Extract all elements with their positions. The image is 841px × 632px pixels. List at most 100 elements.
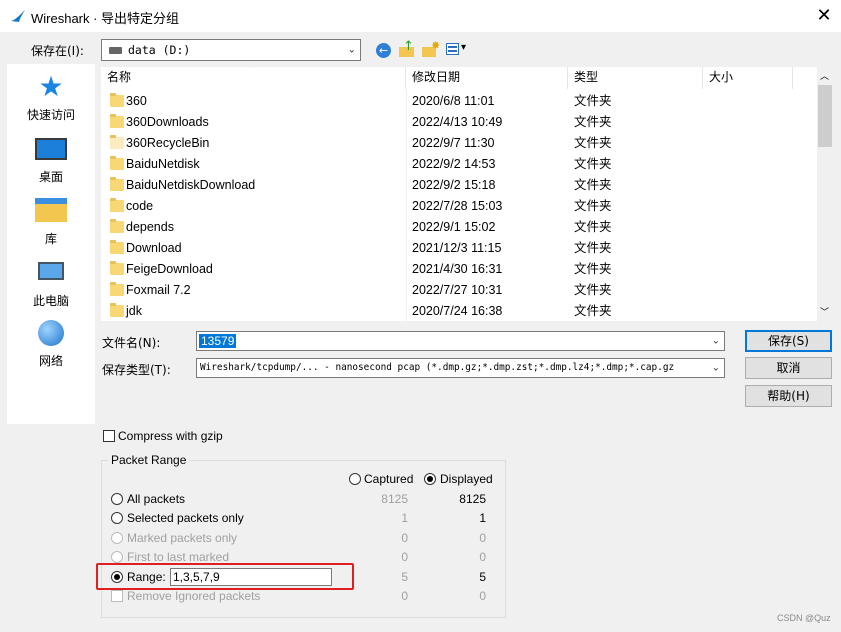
sidebar-item-this-pc[interactable]: 此电脑 [7, 258, 95, 309]
file-name: jdk [126, 304, 142, 318]
displayed-count: 5 [479, 570, 486, 584]
displayed-count: 8125 [459, 492, 486, 506]
file-date: 2022/9/2 15:18 [412, 178, 496, 192]
table-row[interactable]: FeigeDownload 2021/4/30 16:31 文件夹 [101, 259, 816, 280]
folder-icon [110, 303, 124, 317]
up-folder-icon[interactable]: ↑ [399, 40, 415, 58]
folder-icon [110, 261, 124, 275]
savein-value: data (D:) [128, 43, 191, 57]
chevron-down-icon: ⌄ [347, 44, 356, 56]
network-globe-icon [38, 320, 64, 346]
file-name: BaiduNetdisk [126, 157, 200, 171]
sort-up-icon: ⌃ [249, 67, 258, 75]
column-header-size[interactable]: 大小 [703, 67, 793, 89]
drive-icon [109, 47, 122, 54]
folder-icon [110, 198, 124, 212]
scroll-down-icon[interactable]: ﹀ [820, 305, 829, 318]
displayed-radio[interactable] [424, 473, 436, 485]
captured-count: 5 [401, 570, 408, 584]
file-date: 2022/9/2 14:53 [412, 157, 496, 171]
folder-icon [110, 177, 124, 191]
back-icon[interactable]: ← [376, 43, 391, 58]
compress-gzip-label: Compress with gzip [118, 429, 223, 443]
file-name: depends [126, 220, 174, 234]
wireshark-fin-icon [11, 10, 25, 22]
save-button[interactable]: 保存(S) [745, 330, 832, 352]
table-row[interactable]: 360 2020/6/8 11:01 文件夹 [101, 91, 816, 112]
column-header-type[interactable]: 类型 [568, 67, 703, 89]
file-name: Foxmail 7.2 [126, 283, 191, 297]
file-type: 文件夹 [574, 115, 612, 129]
computer-icon [38, 262, 64, 280]
packet-range-title: Packet Range [108, 453, 190, 467]
captured-count: 8125 [381, 492, 408, 506]
close-icon[interactable]: ✕ [812, 4, 836, 28]
sidebar-item-label: 桌面 [38, 170, 63, 184]
file-list[interactable]: 名称 ⌃ 修改日期 类型 大小 360 2020/6/8 11:01 文件夹 360D… [101, 67, 833, 321]
file-type: 文件夹 [574, 241, 612, 255]
filename-input[interactable]: 13579 [199, 334, 237, 348]
folder-icon [110, 282, 124, 296]
new-folder-icon[interactable]: ✸ [422, 39, 440, 58]
table-row[interactable]: 360Downloads 2022/4/13 10:49 文件夹 [101, 112, 816, 133]
sidebar-item-library[interactable]: 库 [7, 196, 95, 247]
savein-combo[interactable]: data (D:) ⌄ [101, 39, 361, 61]
file-type: 文件夹 [574, 199, 612, 213]
column-header-date[interactable]: 修改日期 [406, 67, 568, 89]
sidebar-item-network[interactable]: 网络 [7, 320, 95, 369]
captured-count: 0 [401, 589, 408, 603]
cancel-button[interactable]: 取消 [745, 357, 832, 379]
sidebar-item-desktop[interactable]: 桌面 [7, 134, 95, 185]
compress-gzip-checkbox[interactable] [103, 430, 115, 442]
sidebar-item-quick-access[interactable]: ★ 快速访问 [7, 72, 95, 123]
view-menu-icon[interactable]: ▾ [446, 42, 472, 57]
filetype-select[interactable]: Wireshark/tcpdump/... - nanosecond pcap … [196, 358, 725, 378]
range-option-radio[interactable] [111, 532, 123, 544]
file-type: 文件夹 [574, 304, 612, 318]
file-list-scrollbar[interactable]: ︿ ﹀ [817, 67, 833, 321]
savein-label: 保存在(I): [31, 44, 84, 58]
window-title: Wireshark · 导出特定分组 [31, 11, 180, 26]
scroll-thumb[interactable] [818, 85, 832, 147]
folder-icon [110, 156, 124, 170]
chevron-down-icon: ⌄ [711, 335, 720, 347]
table-row[interactable]: Download 2021/12/3 11:15 文件夹 [101, 238, 816, 259]
sidebar-item-label: 库 [44, 232, 57, 246]
file-date: 2020/7/24 16:38 [412, 304, 503, 318]
watermark: CSDN @Quz [777, 613, 831, 623]
filetype-value: Wireshark/tcpdump/... - nanosecond pcap … [200, 362, 675, 373]
file-date: 2022/9/1 15:02 [412, 220, 496, 234]
folder-icon [110, 93, 124, 107]
filetype-label: 保存类型(T): [102, 363, 171, 377]
scroll-up-icon[interactable]: ︿ [820, 69, 829, 82]
table-row[interactable]: Foxmail 7.2 2022/7/27 10:31 文件夹 [101, 280, 816, 301]
folder-icon [110, 114, 124, 128]
file-type: 文件夹 [574, 157, 612, 171]
file-name: Download [126, 241, 182, 255]
table-row[interactable]: BaiduNetdiskDownload 2022/9/2 15:18 文件夹 [101, 175, 816, 196]
captured-count: 0 [401, 531, 408, 545]
displayed-count: 0 [479, 550, 486, 564]
sidebar-item-label: 快速访问 [26, 108, 75, 122]
file-name: 360 [126, 94, 147, 108]
highlight-box [96, 563, 354, 590]
table-row[interactable]: jdk 2020/7/24 16:38 文件夹 [101, 301, 816, 321]
range-option-radio[interactable] [111, 493, 123, 505]
table-row[interactable]: BaiduNetdisk 2022/9/2 14:53 文件夹 [101, 154, 816, 175]
filename-combo[interactable]: 13579 ⌄ [196, 331, 725, 351]
table-row[interactable]: 360RecycleBin 2022/9/7 11:30 文件夹 [101, 133, 816, 154]
range-option-label: Marked packets only [127, 531, 238, 545]
remove-ignored-checkbox[interactable] [111, 590, 123, 602]
captured-count: 1 [401, 511, 408, 525]
table-row[interactable]: depends 2022/9/1 15:02 文件夹 [101, 217, 816, 238]
file-date: 2021/4/30 16:31 [412, 262, 503, 276]
range-option-radio[interactable] [111, 512, 123, 524]
captured-radio[interactable] [349, 473, 361, 485]
library-icon [35, 198, 67, 222]
table-row[interactable]: code 2022/7/28 15:03 文件夹 [101, 196, 816, 217]
file-type: 文件夹 [574, 178, 612, 192]
help-button[interactable]: 帮助(H) [745, 385, 832, 407]
star-icon: ★ [38, 70, 64, 103]
folder-icon [110, 135, 124, 149]
range-option-radio[interactable] [111, 551, 123, 563]
